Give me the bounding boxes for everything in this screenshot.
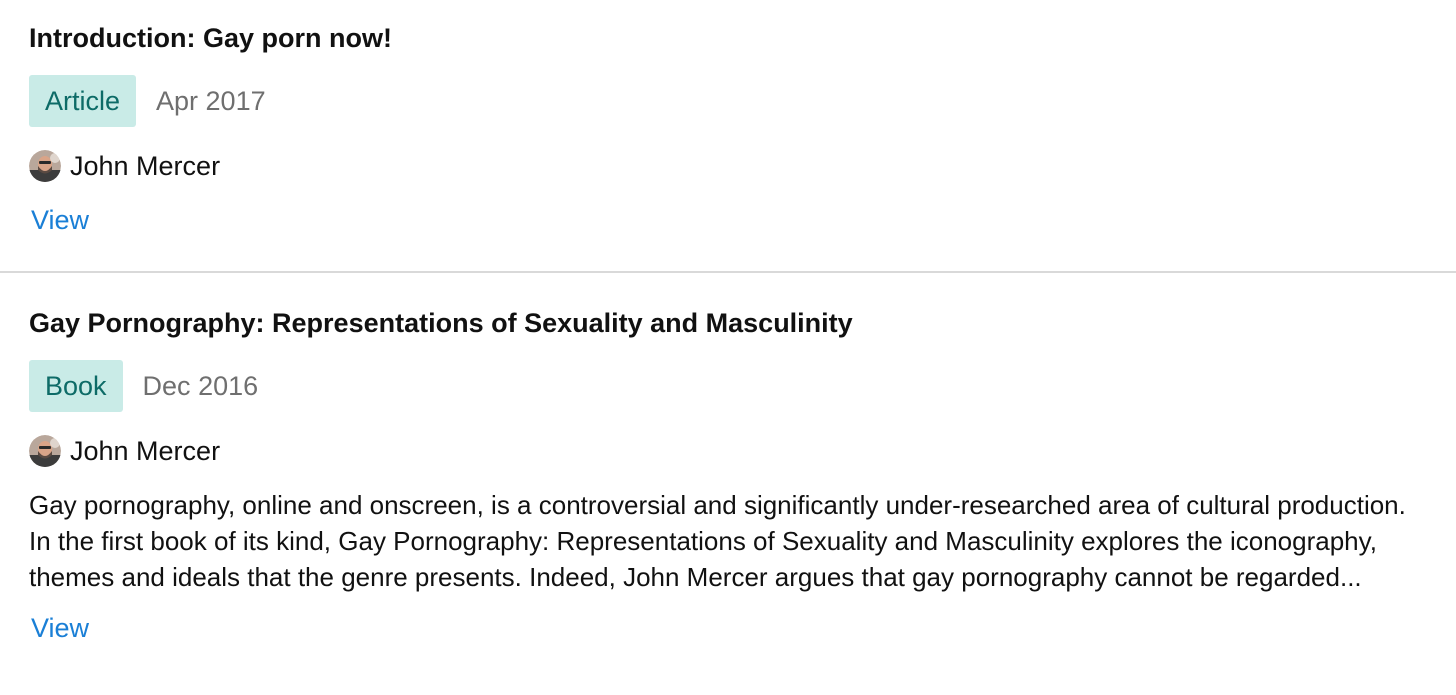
author-name[interactable]: John Mercer	[70, 436, 220, 467]
view-link[interactable]: View	[31, 613, 89, 644]
publication-date: Dec 2016	[142, 370, 259, 401]
author-row[interactable]: John Mercer	[29, 149, 1427, 183]
publication-meta: Article Apr 2017	[29, 75, 1427, 127]
author-name[interactable]: John Mercer	[70, 151, 220, 182]
publication-type-badge: Article	[29, 75, 137, 127]
publication-title[interactable]: Introduction: Gay porn now!	[29, 22, 1427, 54]
publication-description: Gay pornography, online and onscreen, is…	[29, 490, 1406, 592]
view-link[interactable]: View	[31, 205, 89, 236]
publication-item: Introduction: Gay porn now! Article Apr …	[0, 0, 1456, 271]
author-row[interactable]: John Mercer	[29, 434, 1427, 468]
publication-date: Apr 2017	[156, 85, 266, 116]
publication-type-badge: Book	[29, 360, 123, 412]
publication-meta: Book Dec 2016	[29, 360, 1427, 412]
author-avatar-icon[interactable]	[29, 435, 61, 467]
publication-item: Gay Pornography: Representations of Sexu…	[0, 273, 1456, 644]
author-avatar-icon[interactable]	[29, 150, 61, 182]
publication-title[interactable]: Gay Pornography: Representations of Sexu…	[29, 307, 1427, 339]
